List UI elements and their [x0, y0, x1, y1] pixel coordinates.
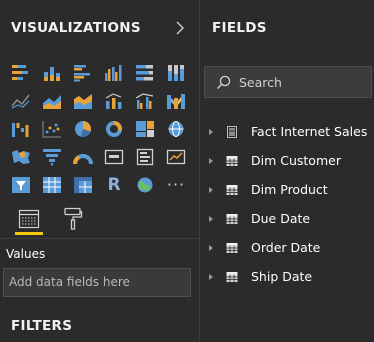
pane-tool-tabs [0, 202, 199, 236]
pie-chart-icon[interactable] [70, 118, 96, 140]
search-icon [216, 75, 231, 89]
fields-well-icon [18, 209, 40, 229]
table-item-fact-internet-sales[interactable]: Fact Internet Sales [200, 117, 374, 146]
tool-divider [0, 238, 199, 239]
stacked-bar-chart-icon[interactable] [8, 62, 34, 84]
100-stacked-column-chart-icon[interactable] [163, 62, 189, 84]
visual-gallery: R ··· [8, 62, 190, 196]
table-icon [226, 213, 238, 224]
funnel-icon[interactable] [39, 146, 65, 168]
paint-roller-icon [64, 207, 83, 230]
map-icon[interactable] [163, 118, 189, 140]
table-item-due-date[interactable]: Due Date [200, 204, 374, 233]
fields-title: FIELDS [212, 19, 267, 36]
line-and-stacked-column-chart-icon[interactable] [101, 90, 127, 112]
stacked-column-chart-icon[interactable] [39, 62, 65, 84]
visualizations-title: VISUALIZATIONS [11, 19, 141, 36]
power-bi-panes: VISUALIZATIONS R ··· Values Add data fie… [0, 0, 374, 342]
filled-map-icon[interactable] [8, 146, 34, 168]
scatter-chart-icon[interactable] [39, 118, 65, 140]
chevron-right-icon[interactable] [173, 21, 187, 35]
visualizations-pane: VISUALIZATIONS R ··· Values Add data fie… [0, 0, 199, 342]
table-name: Due Date [251, 211, 311, 226]
table-name: Ship Date [251, 269, 313, 284]
filters-title: FILTERS [11, 318, 73, 334]
multi-row-card-icon[interactable] [132, 146, 158, 168]
field-list: Fact Internet Sales Dim Customer Dim Pro… [200, 117, 374, 291]
table-item-order-date[interactable]: Order Date [200, 233, 374, 262]
table-name: Dim Customer [251, 153, 341, 168]
expand-arrow-icon[interactable] [209, 244, 213, 251]
table-icon [226, 184, 238, 195]
table-icon [226, 155, 238, 166]
search-input[interactable] [239, 74, 359, 90]
table-icon [226, 271, 238, 282]
line-and-clustered-column-chart-icon[interactable] [132, 90, 158, 112]
table-item-dim-product[interactable]: Dim Product [200, 175, 374, 204]
values-well-label: Values [6, 247, 46, 261]
gauge-icon[interactable] [70, 146, 96, 168]
table-icon[interactable] [39, 174, 65, 196]
stacked-area-chart-icon[interactable] [70, 90, 96, 112]
matrix-icon[interactable] [70, 174, 96, 196]
fields-well-tab[interactable] [12, 204, 46, 235]
visualizations-header: VISUALIZATIONS [0, 0, 199, 55]
format-tab[interactable] [58, 204, 88, 234]
more-visuals-icon[interactable]: ··· [163, 174, 189, 196]
fields-header: FIELDS [200, 0, 374, 55]
line-chart-icon[interactable] [8, 90, 34, 112]
area-chart-icon[interactable] [39, 90, 65, 112]
expand-arrow-icon[interactable] [209, 273, 213, 280]
slicer-icon[interactable] [8, 174, 34, 196]
100-stacked-bar-chart-icon[interactable] [132, 62, 158, 84]
clustered-column-chart-icon[interactable] [101, 62, 127, 84]
donut-chart-icon[interactable] [101, 118, 127, 140]
ribbon-chart-icon[interactable] [163, 90, 189, 112]
expand-arrow-icon[interactable] [209, 157, 213, 164]
table-name: Order Date [251, 240, 321, 255]
kpi-icon[interactable] [163, 146, 189, 168]
fact-table-icon [227, 125, 237, 138]
clustered-bar-chart-icon[interactable] [70, 62, 96, 84]
table-icon [226, 242, 238, 253]
table-name: Dim Product [251, 182, 328, 197]
search-box[interactable] [204, 66, 372, 98]
fields-pane: FIELDS Fact Internet Sales [200, 0, 374, 342]
arcgis-globe-icon[interactable] [132, 174, 158, 196]
expand-arrow-icon[interactable] [209, 128, 213, 135]
values-drop-well[interactable]: Add data fields here [3, 268, 191, 297]
table-name: Fact Internet Sales [251, 124, 368, 139]
treemap-icon[interactable] [132, 118, 158, 140]
card-icon[interactable] [101, 146, 127, 168]
r-script-visual-icon[interactable]: R [101, 174, 127, 196]
waterfall-chart-icon[interactable] [8, 118, 34, 140]
table-item-ship-date[interactable]: Ship Date [200, 262, 374, 291]
table-item-dim-customer[interactable]: Dim Customer [200, 146, 374, 175]
expand-arrow-icon[interactable] [209, 186, 213, 193]
expand-arrow-icon[interactable] [209, 215, 213, 222]
